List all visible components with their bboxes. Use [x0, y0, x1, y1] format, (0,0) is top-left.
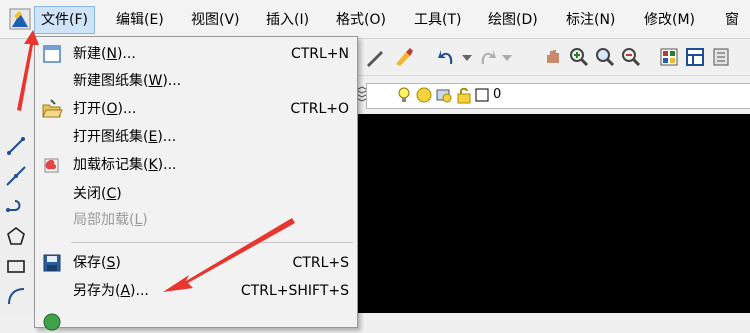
app-icon[interactable] [9, 8, 31, 30]
menu-format[interactable]: 格式(O) [336, 9, 386, 31]
shortcut-label: CTRL+SHIFT+S [240, 283, 349, 299]
menu-item-save-as[interactable]: 另存为(A)... CTRL+SHIFT+S [35, 278, 357, 304]
menu-dimension[interactable]: 标注(N) [566, 9, 615, 31]
menu-item-save[interactable]: 保存(S) CTRL+S [35, 250, 357, 276]
new-file-icon [43, 45, 61, 63]
properties-icon[interactable] [658, 46, 680, 68]
layer-dropdown[interactable]: 0 [366, 83, 750, 109]
pencil-icon[interactable] [364, 46, 386, 68]
construction-line-icon[interactable] [5, 165, 27, 187]
shortcut-label: CTRL+S [292, 255, 349, 271]
drawing-canvas[interactable] [350, 114, 750, 313]
arc-icon[interactable] [5, 285, 27, 307]
shortcut-label: CTRL+O [290, 101, 349, 117]
menu-draw[interactable]: 绘图(D) [488, 9, 538, 31]
line-icon[interactable] [5, 135, 27, 157]
shortcut-label: CTRL+N [290, 46, 349, 62]
standard-toolbar [350, 39, 750, 76]
match-properties-icon[interactable] [392, 46, 414, 68]
polyline-icon[interactable] [5, 195, 27, 217]
menu-modify[interactable]: 修改(M) [644, 9, 695, 31]
zoom-previous-icon[interactable] [620, 46, 642, 68]
undo-dropdown-icon[interactable] [456, 46, 478, 68]
menu-separator [71, 242, 353, 243]
draw-toolbar [0, 39, 35, 313]
menu-item-partially-hidden [35, 305, 357, 331]
menu-file[interactable]: 文件(F) [34, 6, 95, 34]
viewport-freeze-icon [436, 89, 452, 103]
design-center-icon[interactable] [684, 46, 706, 68]
menu-item-open-sheet-set[interactable]: 打开图纸集(E)... [35, 124, 357, 150]
menu-item-partial-load: 局部加载(L) [73, 212, 148, 228]
menu-item-load-markup-set[interactable]: 加载标记集(K)... [35, 152, 357, 178]
polygon-icon[interactable] [5, 225, 27, 247]
rectangle-icon[interactable] [5, 255, 27, 277]
menu-tools[interactable]: 工具(T) [414, 9, 461, 31]
layer-color-swatch [475, 88, 489, 102]
layer-name: 0 [493, 87, 502, 102]
menu-window[interactable]: 窗 [725, 9, 739, 31]
lock-open-icon [457, 87, 471, 104]
menu-item-close[interactable]: 关闭(C) [35, 181, 357, 207]
menu-insert[interactable]: 插入(I) [266, 9, 309, 31]
tool-palettes-icon[interactable] [710, 46, 732, 68]
open-folder-icon [42, 99, 63, 118]
globe-icon [43, 313, 61, 331]
menu-edit[interactable]: 编辑(E) [116, 9, 164, 31]
zoom-realtime-icon[interactable] [568, 46, 590, 68]
file-menu-dropdown: 新建(N)... CTRL+N 新建图纸集(W)... 打开(O)... CTR… [34, 36, 358, 331]
menu-bar: 文件(F) 编辑(E) 视图(V) 插入(I) 格式(O) 工具(T) 绘图(D… [0, 0, 750, 39]
save-disk-icon [43, 254, 61, 272]
menu-item-open[interactable]: 打开(O)... CTRL+O [35, 96, 357, 122]
redo-dropdown-icon[interactable] [496, 46, 518, 68]
lightbulb-on-icon [398, 87, 410, 102]
menu-item-new[interactable]: 新建(N)... CTRL+N [35, 41, 357, 67]
redo-icon[interactable] [476, 46, 498, 68]
zoom-window-icon[interactable] [594, 46, 616, 68]
pan-icon[interactable] [542, 46, 564, 68]
layers-toolbar: 0 [350, 76, 750, 114]
sun-thaw-icon [416, 87, 432, 103]
menu-view[interactable]: 视图(V) [191, 9, 240, 31]
markup-set-icon [44, 158, 59, 173]
undo-icon[interactable] [436, 46, 458, 68]
menu-item-new-sheet-set[interactable]: 新建图纸集(W)... [35, 68, 357, 94]
